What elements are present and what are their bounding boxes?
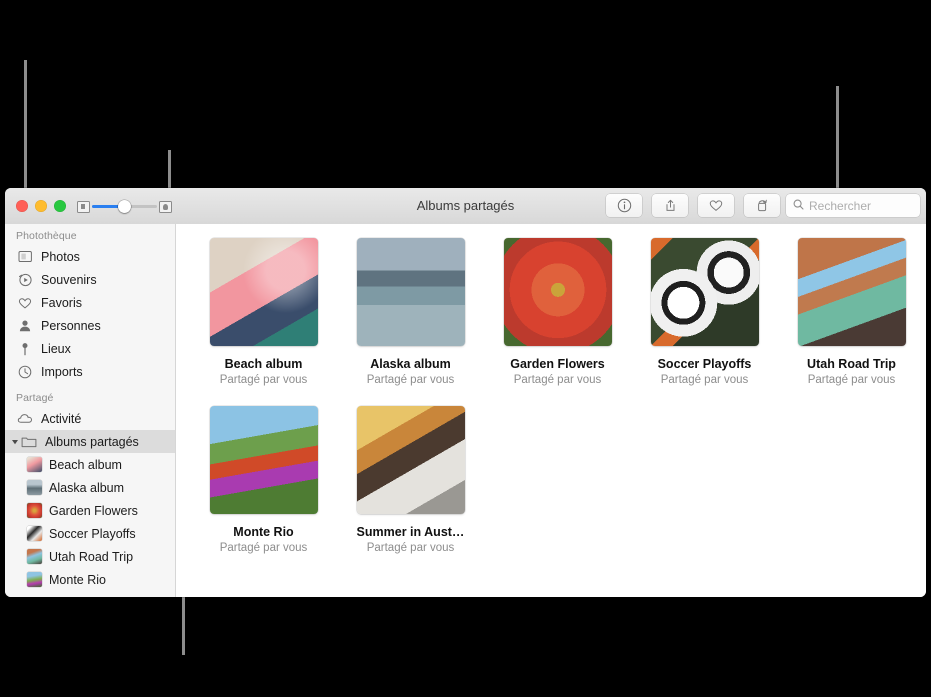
sidebar-item-favoris[interactable]: Favoris [5,291,175,314]
info-circle-icon [617,198,632,213]
heart-icon [708,198,724,213]
sidebar-shared-album-label: Beach album [49,457,122,472]
heart-icon [16,295,34,311]
sidebar-shared-album-soccer[interactable]: Soccer Playoffs [5,522,175,545]
album-name: Garden Flowers [510,357,605,371]
sidebar-shared-album-beach[interactable]: Beach album [5,453,175,476]
album-thumbnail [27,457,42,472]
album-card-utah[interactable]: Utah Road Trip Partagé par vous [778,238,925,386]
album-name: Utah Road Trip [807,357,896,371]
chevron-down-icon[interactable] [10,438,19,446]
sidebar-shared-album-utah[interactable]: Utah Road Trip [5,545,175,568]
window-titlebar: Albums partagés Rechercher [5,188,926,225]
album-thumbnail [27,526,42,541]
sidebar-item-personnes[interactable]: Personnes [5,314,175,337]
album-card-beach[interactable]: Beach album Partagé par vous [190,238,337,386]
search-field[interactable]: Rechercher [786,194,920,217]
sidebar-item-activite[interactable]: Activité [5,407,175,430]
sidebar-item-label: Albums partagés [45,434,139,449]
sidebar-shared-album-label: Soccer Playoffs [49,526,136,541]
sidebar-shared-album-garden[interactable]: Garden Flowers [5,499,175,522]
album-subtitle: Partagé par vous [219,374,308,386]
share-up-arrow-icon [663,198,678,213]
sidebar-shared-album-alaska[interactable]: Alaska album [5,476,175,499]
album-subtitle: Partagé par vous [513,374,602,386]
album-thumbnail [27,480,42,495]
album-card-soccer[interactable]: Soccer Playoffs Partagé par vous [631,238,778,386]
memories-play-icon [16,272,34,288]
album-thumbnail [27,549,42,564]
sidebar-item-label: Souvenirs [41,272,97,287]
album-subtitle: Partagé par vous [807,374,896,386]
photos-grid-icon [16,249,34,265]
album-subtitle: Partagé par vous [660,374,749,386]
info-button[interactable] [606,194,642,217]
sidebar-shared-album-label: Garden Flowers [49,503,138,518]
sidebar-shared-album-label: Utah Road Trip [49,549,134,564]
album-card-garden[interactable]: Garden Flowers Partagé par vous [484,238,631,386]
sidebar-section-header-shared: Partagé [16,392,54,404]
album-subtitle: Partagé par vous [219,542,308,554]
album-cover-photo[interactable] [356,406,465,514]
sidebar-shared-album-label: Alaska album [49,480,125,495]
album-cover-photo[interactable] [650,238,759,346]
toolbar-buttons [606,194,780,217]
share-button[interactable] [652,194,688,217]
map-pin-icon [16,341,34,357]
sidebar-item-souvenirs[interactable]: Souvenirs [5,268,175,291]
window-body: Photothèque Photos Souvenirs Favoris Per… [5,224,926,597]
album-cover-photo[interactable] [209,406,318,514]
person-icon [16,318,34,334]
rotate-counterclockwise-icon [755,198,770,213]
cloud-icon [16,411,34,427]
sidebar-section-header-library: Photothèque [16,230,77,242]
album-cover-photo[interactable] [209,238,318,346]
album-grid: Beach album Partagé par vous Alaska albu… [190,238,926,574]
album-subtitle: Partagé par vous [366,374,455,386]
sidebar-item-label: Favoris [41,295,82,310]
album-thumbnail [27,503,42,518]
search-icon [793,197,804,215]
sidebar-item-label: Personnes [41,318,101,333]
album-name: Beach album [224,357,303,371]
sidebar: Photothèque Photos Souvenirs Favoris Per… [5,224,176,597]
sidebar-item-imports[interactable]: Imports [5,360,175,383]
album-cover-photo[interactable] [797,238,906,346]
album-cover-photo[interactable] [503,238,612,346]
album-name: Soccer Playoffs [657,357,752,371]
album-cover-photo[interactable] [356,238,465,346]
sidebar-item-label: Activité [41,411,82,426]
album-name: Summer in Aust… [356,525,465,539]
folder-icon [20,434,38,450]
photos-app-window: Albums partagés Rechercher Photothèque P… [5,188,926,597]
sidebar-item-lieux[interactable]: Lieux [5,337,175,360]
album-card-alaska[interactable]: Alaska album Partagé par vous [337,238,484,386]
sidebar-item-label: Imports [41,364,83,379]
album-card-summer[interactable]: Summer in Aust… Partagé par vous [337,406,484,554]
sidebar-item-label: Lieux [41,341,71,356]
sidebar-item-label: Photos [41,249,80,264]
sidebar-shared-album-monte[interactable]: Monte Rio [5,568,175,591]
sidebar-item-albums-partages[interactable]: Albums partagés [5,430,175,453]
album-name: Alaska album [370,357,451,371]
album-subtitle: Partagé par vous [366,542,455,554]
album-thumbnail [27,572,42,587]
sidebar-item-photos[interactable]: Photos [5,245,175,268]
sidebar-shared-album-label: Monte Rio [49,572,106,587]
search-placeholder: Rechercher [809,198,872,213]
rotate-button[interactable] [744,194,780,217]
clock-icon [16,364,34,380]
album-card-monte[interactable]: Monte Rio Partagé par vous [190,406,337,554]
album-name: Monte Rio [233,525,294,539]
screenshot-stage: Albums partagés Rechercher Photothèque P… [0,0,931,697]
favorite-button[interactable] [698,194,734,217]
shared-albums-content: Beach album Partagé par vous Alaska albu… [176,224,926,597]
